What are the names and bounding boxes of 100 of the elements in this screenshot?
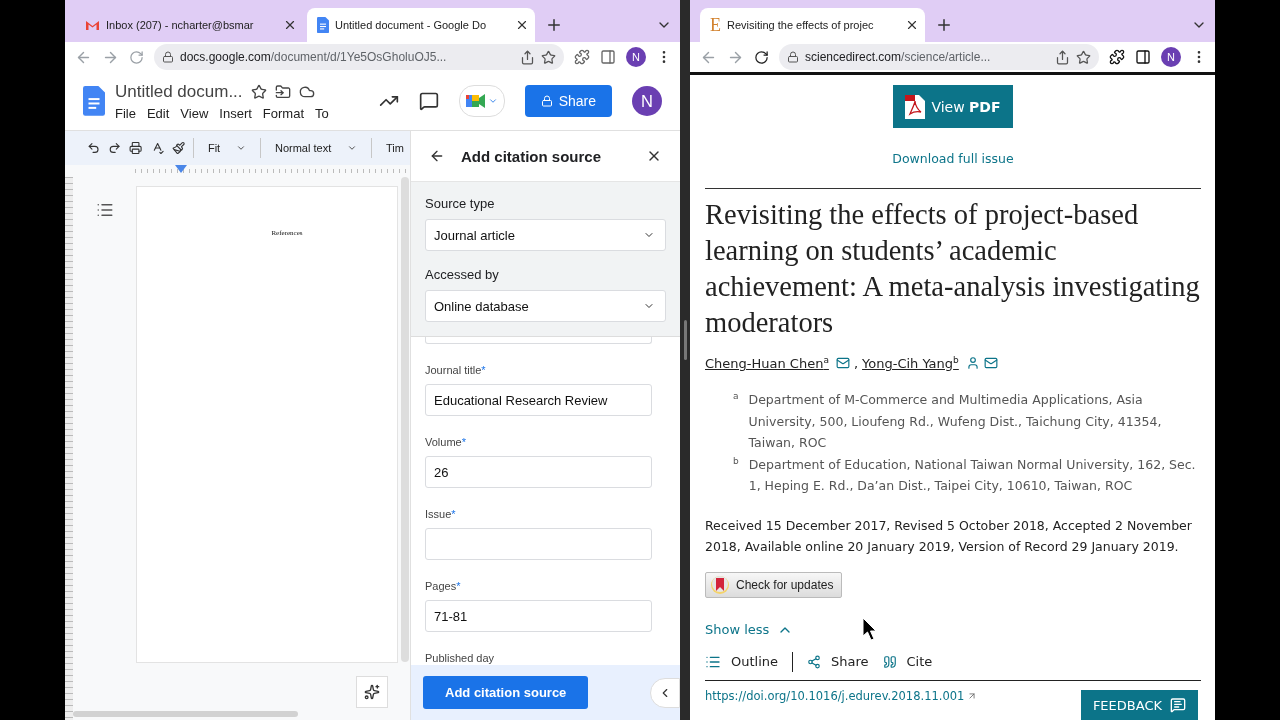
caret-icon (347, 143, 358, 153)
sparkle-icon (364, 684, 380, 700)
menu-item[interactable]: View (180, 105, 209, 121)
doi-link[interactable]: https://doi.org/10.1016/j.edurev.2018.11.001 (705, 688, 965, 703)
video-camera-icon (465, 93, 486, 109)
field-label: Pages* (425, 580, 462, 592)
field-label: Accessed by (425, 267, 500, 282)
new-tab-icon[interactable] (935, 16, 953, 34)
field-label: Volume* (425, 436, 467, 448)
affiliation-label: b (733, 454, 739, 468)
field-label: Source type (425, 196, 496, 211)
caret-icon (487, 96, 498, 106)
menu-item[interactable]: File (115, 105, 136, 121)
affiliation-text: Department of M-Commerce and Multimedia Applications, Asia University, 500, Lioufeng Rd., Wufeng Dist., Taichung City, 41354, Taiwan, ROC (748, 391, 1163, 453)
update-badge-icon (710, 574, 730, 595)
star-icon[interactable] (250, 83, 267, 100)
dates-text: Received 15 December 2017, Revised 5 October 2018, Accepted 2 November 2018, Available online 20 January 2019, Version of Record 29 January 2019. (705, 516, 1193, 557)
browser-tab[interactable]: Inbox (207) - ncharter@bsmar (75, 8, 303, 42)
field-label: Issue* (425, 508, 457, 520)
scrollbar[interactable] (401, 177, 409, 662)
menu-item[interactable]: Edit (146, 105, 170, 121)
profile-avatar[interactable]: N (626, 47, 646, 67)
reload-icon[interactable] (754, 49, 769, 65)
menu-item[interactable]: To (315, 105, 329, 121)
quote-icon (882, 654, 897, 669)
lock-icon (540, 95, 553, 107)
article-action[interactable]: Outline (705, 653, 779, 670)
article-title: Revisiting the effects of project-based learning on students’ academic achievement: A meta-analysis investigating moderators (705, 198, 1201, 340)
select-field[interactable]: Journal article (425, 219, 666, 251)
explore-button[interactable] (356, 676, 388, 708)
bookmark-star-icon[interactable] (541, 49, 556, 65)
indent-marker[interactable] (175, 165, 187, 173)
close-icon[interactable] (283, 18, 297, 32)
mail-icon (85, 19, 100, 31)
bookmark-star-icon[interactable] (1076, 49, 1091, 65)
chat-icon (1170, 697, 1186, 713)
browser-tab[interactable]: Untitled document - Google Do (307, 8, 535, 42)
article-action[interactable]: Cite (882, 654, 933, 670)
redo-icon[interactable] (108, 140, 122, 156)
person-icon[interactable] (965, 356, 980, 371)
input-field[interactable]: Educational Research Review (425, 384, 652, 416)
show-less-toggle[interactable]: Show less (705, 621, 1201, 638)
input-field[interactable] (425, 337, 652, 344)
pdf-icon (905, 94, 926, 119)
share-page-icon[interactable] (520, 49, 535, 65)
new-tab-icon[interactable] (545, 16, 563, 34)
field-label: Journal title* (425, 364, 487, 376)
affiliation-label: a (733, 390, 739, 404)
address-bar[interactable]: docs.google.com/document/d/1Ye5OsGholuOJ5... (154, 44, 564, 70)
tab-favicon: E (710, 16, 721, 34)
affiliation-text: Department of Education, National Taiwan Normal University, 162, Sec. 1, Heping E. Rd., Da’an Dist., Taipei City, 10610, Taiwan, ROC (748, 455, 1197, 496)
close-icon[interactable] (905, 18, 919, 32)
toolbar-dropdown[interactable]: Fit (201, 142, 253, 154)
meet-button[interactable] (458, 85, 505, 117)
input-field[interactable]: 26 (425, 456, 652, 488)
toolbar-dropdown[interactable]: Tim (380, 142, 410, 154)
input-field[interactable] (425, 528, 652, 560)
input-field[interactable]: 71-81 (425, 600, 652, 632)
check-updates-button[interactable]: Check for updates (705, 571, 843, 598)
menu-item[interactable]: Insert (219, 105, 252, 121)
comments-icon[interactable] (418, 91, 439, 111)
field-label: Published day (425, 652, 496, 664)
external-link-icon (967, 690, 978, 701)
lock-icon (162, 51, 174, 63)
download-link[interactable]: Download full issue (892, 151, 1014, 166)
panel-title: Add citation source (461, 147, 603, 165)
toolbar-dropdown[interactable]: Normal text (269, 142, 364, 154)
email-icon[interactable] (983, 356, 998, 371)
print-icon[interactable] (129, 140, 143, 156)
author-link[interactable]: Cheng-Huan Chen$^{a}$ (705, 355, 832, 372)
share-icon (807, 654, 822, 669)
scrollbar[interactable] (73, 711, 298, 717)
mouse-cursor-icon (862, 617, 878, 641)
article-action[interactable]: Share (807, 654, 869, 670)
side-panel-icon[interactable] (1135, 49, 1151, 65)
select-field[interactable]: Online database (425, 290, 666, 322)
share-page-icon[interactable] (1055, 49, 1070, 65)
user-avatar[interactable]: N (632, 86, 662, 116)
browser-tab[interactable]: E Revisiting the effects of projec (700, 8, 925, 42)
view-pdf-button[interactable]: View PDF (893, 85, 1013, 128)
undo-icon[interactable] (87, 140, 101, 156)
separator: , (853, 355, 859, 371)
lock-icon (787, 51, 799, 63)
author-link[interactable]: Yong-Cih Yang$^{b}$ (862, 355, 962, 372)
back-icon[interactable] (429, 148, 445, 164)
caret-icon (236, 143, 247, 153)
outline-icon[interactable] (96, 201, 114, 219)
email-icon[interactable] (835, 356, 850, 371)
move-folder-icon[interactable] (274, 83, 291, 100)
share-button[interactable]: Share (524, 85, 612, 117)
extensions-icon[interactable] (1109, 49, 1125, 65)
feedback-button[interactable]: FEEDBACK (1080, 690, 1198, 720)
document-icon (317, 16, 329, 34)
address-bar[interactable]: sciencedirect.com/science/article... (779, 44, 1099, 70)
menu-item[interactable]: Format (262, 105, 304, 121)
paint-format-icon[interactable] (171, 140, 186, 156)
close-icon[interactable] (515, 18, 529, 32)
add-citation-button[interactable]: Add citation source (423, 676, 589, 709)
document-title[interactable]: Untitled docum... (115, 81, 243, 102)
profile-avatar[interactable]: N (1161, 47, 1181, 67)
